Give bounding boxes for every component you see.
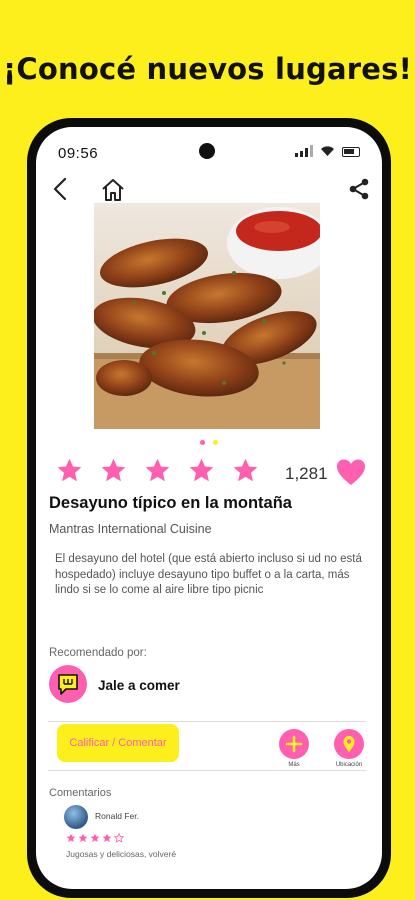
location-label: Ubicación bbox=[335, 762, 363, 768]
phone-frame: 09:56 1,281 Desayuno típico en la montañ… bbox=[27, 118, 391, 898]
share-icon[interactable] bbox=[348, 178, 370, 200]
recommender-name[interactable]: Jale a comer bbox=[98, 678, 180, 693]
chat-bubble-logo bbox=[58, 674, 78, 695]
star-icon bbox=[102, 833, 112, 842]
top-navigation bbox=[36, 173, 382, 203]
divider bbox=[48, 721, 366, 722]
battery-icon bbox=[342, 147, 360, 157]
rate-comment-button[interactable]: Calificar / Comentar bbox=[57, 724, 179, 762]
gallery-dot[interactable] bbox=[213, 440, 218, 445]
star-icon bbox=[78, 833, 88, 842]
star-icon bbox=[189, 458, 214, 482]
status-bar: 09:56 bbox=[36, 141, 382, 163]
app-screen: 09:56 1,281 Desayuno típico en la montañ… bbox=[36, 127, 382, 889]
home-icon[interactable] bbox=[100, 177, 126, 203]
front-camera bbox=[199, 143, 215, 159]
status-time: 09:56 bbox=[58, 145, 99, 162]
likes-count: 1,281 bbox=[285, 464, 328, 483]
place-description: El desayuno del hotel (que está abierto … bbox=[55, 553, 362, 596]
star-icon bbox=[101, 458, 126, 482]
restaurant-name[interactable]: Mantras International Cuisine bbox=[49, 522, 212, 536]
star-icon bbox=[145, 458, 170, 482]
gallery-indicator bbox=[36, 440, 382, 445]
more-label: Más bbox=[288, 762, 300, 768]
star-icon bbox=[66, 833, 76, 842]
star-outline-icon bbox=[114, 833, 124, 843]
comments-label: Comentarios bbox=[49, 787, 112, 799]
more-button[interactable] bbox=[279, 729, 309, 759]
recommender-logo[interactable] bbox=[49, 665, 87, 703]
rating-row: 1,281 bbox=[48, 457, 374, 491]
location-pin-icon bbox=[343, 736, 355, 752]
chicken-wings-image bbox=[94, 203, 320, 429]
plus-icon bbox=[285, 735, 303, 753]
location-button[interactable] bbox=[334, 729, 364, 759]
star-icon bbox=[233, 458, 258, 482]
comment-text: Jugosas y deliciosas, volveré bbox=[66, 849, 177, 859]
signal-icon bbox=[295, 145, 313, 157]
comment-user[interactable]: Ronald Fer. bbox=[95, 811, 139, 821]
recommended-label: Recomendado por: bbox=[49, 647, 147, 659]
star-icon bbox=[90, 833, 100, 842]
heart-icon[interactable] bbox=[336, 458, 366, 486]
gallery-dot-active[interactable] bbox=[200, 440, 205, 445]
rating-stars bbox=[56, 457, 259, 484]
divider bbox=[48, 770, 366, 771]
back-arrow-icon[interactable] bbox=[50, 177, 72, 201]
wifi-icon bbox=[321, 146, 334, 156]
promo-headline: ¡Conocé nuevos lugares! bbox=[2, 52, 413, 86]
place-photo[interactable] bbox=[94, 203, 320, 429]
status-icons bbox=[295, 145, 360, 157]
avatar[interactable] bbox=[64, 805, 88, 829]
place-title: Desayuno típico en la montaña bbox=[49, 494, 292, 512]
star-icon bbox=[57, 458, 82, 482]
comment-rating bbox=[66, 833, 124, 843]
